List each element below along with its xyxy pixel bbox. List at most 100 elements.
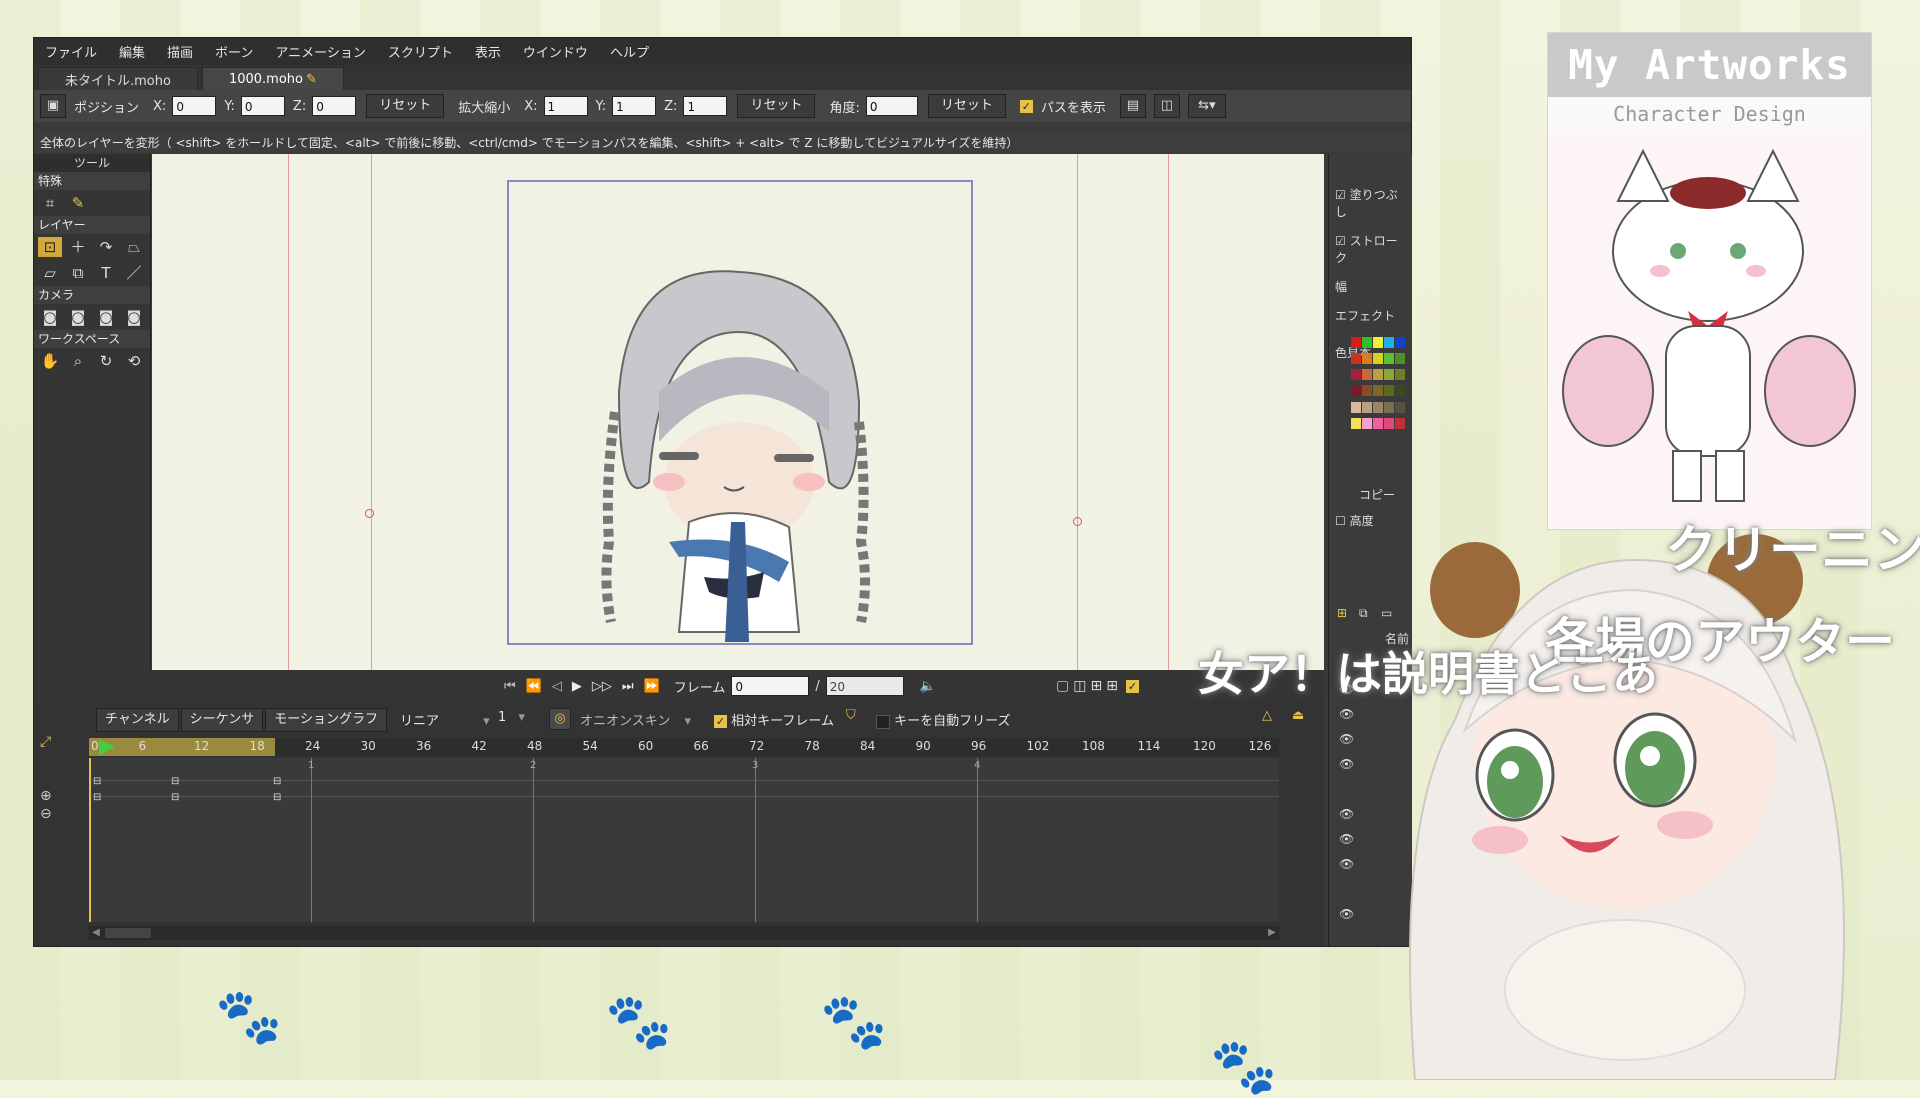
position-reset-button[interactable]: リセット [366, 94, 445, 118]
color-swatch[interactable] [1373, 385, 1383, 397]
visibility-eye-icon[interactable]: 👁 [1339, 832, 1354, 846]
tab-motion-graph[interactable]: モーショングラフ [265, 708, 387, 732]
keyframe[interactable]: ⊟ [93, 776, 101, 787]
fill-checkbox[interactable]: ☑ [1335, 188, 1346, 202]
position-y-field[interactable]: 0 [240, 96, 285, 116]
rotate-layer-icon[interactable]: ↷ [94, 237, 118, 257]
visibility-eye-icon[interactable]: 👁 [1339, 732, 1354, 746]
orbit-icon[interactable]: ⟲ [122, 351, 146, 371]
crop-icon[interactable]: ⌗ [38, 193, 62, 213]
keyframe[interactable]: ⊟ [273, 776, 281, 787]
group-channel-icon[interactable]: ⊖ [40, 806, 52, 822]
layout-single-icon[interactable]: ▢ [1056, 678, 1069, 694]
color-swatch[interactable] [1351, 353, 1361, 365]
text-icon[interactable]: T [94, 263, 118, 283]
brush-icon[interactable]: ／ [122, 263, 146, 283]
advanced-row[interactable]: ☐ 高度 [1335, 512, 1374, 529]
rewind-icon[interactable]: ⏮ [504, 679, 516, 694]
relative-keyframe-row[interactable]: ✓ 相対キーフレーム [714, 710, 834, 729]
scroll-right-icon[interactable]: ▶ [1265, 926, 1279, 940]
menu-animation[interactable]: アニメーション [264, 42, 376, 61]
visibility-eye-icon[interactable]: 👁 [1339, 807, 1354, 821]
color-swatch[interactable] [1373, 353, 1383, 365]
scale-x-field[interactable]: 1 [543, 96, 588, 116]
visibility-eye-icon[interactable]: 👁 [1339, 857, 1354, 871]
color-swatch[interactable] [1351, 385, 1361, 397]
scale-reset-button[interactable]: リセット [737, 94, 816, 118]
fast-forward-icon[interactable]: ⏩ [644, 679, 660, 694]
path-node[interactable] [1073, 517, 1082, 526]
frame-field[interactable]: 0 [731, 676, 810, 696]
scale-z-field[interactable]: 1 [683, 96, 728, 116]
path-node[interactable] [365, 509, 374, 518]
skew-icon[interactable]: ▱ [38, 263, 62, 283]
camera-pan-icon[interactable]: ◙ [122, 307, 146, 327]
playback-checkbox[interactable]: ✓ [1125, 679, 1139, 693]
color-swatch[interactable] [1362, 417, 1372, 429]
playhead-icon[interactable] [99, 739, 115, 755]
color-swatch[interactable] [1362, 369, 1372, 381]
copy-button[interactable]: コピー [1359, 486, 1395, 503]
keyframe[interactable]: ⊟ [93, 792, 101, 803]
layout-grid-icon[interactable]: ⊞ [1106, 678, 1118, 694]
color-swatch[interactable] [1384, 417, 1394, 429]
tab-sequencer[interactable]: シーケンサ [180, 708, 264, 732]
keyframe-shield-icon[interactable]: ⛉ [846, 708, 856, 723]
menu-bone[interactable]: ボーン [204, 42, 264, 61]
interpolation-select[interactable]: リニア ▾ [400, 710, 490, 729]
color-swatch[interactable] [1362, 401, 1372, 413]
tab-untitled[interactable]: 未タイトル.moho [38, 67, 198, 90]
color-swatch[interactable] [1351, 337, 1361, 348]
color-swatch[interactable] [1373, 417, 1383, 429]
duplicate-layer-icon[interactable]: ⧉ [1359, 606, 1368, 621]
layer-icon[interactable]: ▤ [1119, 94, 1146, 118]
position-x-field[interactable]: 0 [172, 96, 217, 116]
color-swatch[interactable] [1384, 337, 1394, 348]
keyframe[interactable]: ⊟ [171, 776, 179, 787]
step-forward-icon[interactable]: ▷▷ [592, 679, 612, 694]
visibility-eye-icon[interactable]: 👁 [1339, 707, 1354, 721]
scroll-left-icon[interactable]: ◀ [89, 926, 103, 940]
color-swatch[interactable] [1395, 353, 1405, 365]
color-swatch[interactable] [1395, 337, 1405, 348]
menu-view[interactable]: 表示 [464, 42, 512, 61]
menu-script[interactable]: スクリプト [377, 42, 464, 61]
visibility-eye-icon[interactable]: 👁 [1339, 907, 1354, 921]
layout-quad-icon[interactable]: ⊞ [1090, 678, 1102, 694]
duplicate-icon[interactable]: ⧉ [66, 263, 90, 283]
shear-icon[interactable]: ⏢ [122, 237, 146, 257]
stroke-checkbox[interactable]: ☑ [1335, 234, 1346, 248]
camera-roll-icon[interactable]: ◙ [94, 307, 118, 327]
menu-edit[interactable]: 編集 [108, 42, 156, 61]
color-swatch[interactable] [1395, 417, 1405, 429]
color-swatch[interactable] [1362, 337, 1372, 348]
visibility-eye-icon[interactable]: 👁 [1339, 757, 1354, 771]
auto-freeze-row[interactable]: キーを自動フリーズ [876, 710, 1011, 729]
color-swatch[interactable] [1395, 369, 1405, 381]
menu-file[interactable]: ファイル [34, 42, 108, 61]
frame-ruler[interactable]: 0 6 12 18 24 30 36 42 48 54 60 66 72 78 84 90 96 102 108 11… [89, 738, 1279, 756]
scrollbar-thumb[interactable] [105, 928, 151, 938]
color-swatch[interactable] [1384, 353, 1394, 365]
camera-zoom-icon[interactable]: ◙ [66, 307, 90, 327]
fill-row[interactable]: ☑ 塗りつぶし [1329, 180, 1412, 226]
onion-skin-select[interactable]: オニオンスキン ▾ [580, 710, 691, 729]
color-swatch[interactable] [1351, 369, 1361, 381]
drawing-canvas[interactable] [152, 154, 1324, 670]
color-swatches[interactable] [1351, 337, 1405, 433]
auto-freeze-checkbox[interactable] [876, 714, 890, 729]
menu-window[interactable]: ウインドウ [512, 42, 599, 61]
position-z-field[interactable]: 0 [312, 96, 357, 116]
tab-channels[interactable]: チャンネル [96, 708, 179, 732]
warning-icon[interactable]: △ [1262, 708, 1272, 723]
horizontal-scrollbar[interactable]: ◀ ▶ [89, 926, 1279, 940]
new-layer-icon[interactable]: ⊞ [1337, 606, 1347, 620]
hand-icon[interactable]: ✋ [38, 351, 62, 371]
color-swatch[interactable] [1373, 337, 1383, 348]
expand-timeline-icon[interactable]: ⤢ [40, 734, 51, 750]
layout-split-icon[interactable]: ◫ [1073, 678, 1086, 694]
color-swatch[interactable] [1373, 401, 1383, 413]
total-frames-field[interactable]: 20 [825, 676, 904, 696]
angle-field[interactable]: 0 [865, 96, 918, 116]
next-keyframe-icon[interactable]: ⏭ [622, 679, 634, 694]
